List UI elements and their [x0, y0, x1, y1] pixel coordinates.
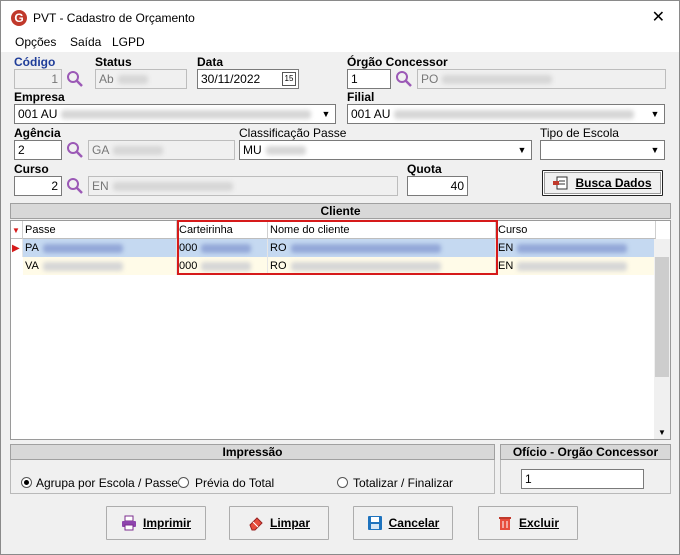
- codigo-field[interactable]: 1: [14, 69, 62, 89]
- excluir-button[interactable]: Excluir: [478, 506, 578, 540]
- title-bar: G PVT - Cadastro de Orçamento ✕: [1, 1, 679, 34]
- document-search-icon: [553, 176, 568, 190]
- orgao-name-field: PO: [417, 69, 666, 89]
- cancelar-label: Cancelar: [388, 516, 440, 530]
- col-passe-header[interactable]: Passe: [23, 221, 177, 239]
- cancelar-button[interactable]: Cancelar: [353, 506, 453, 540]
- cell-passe: VA: [23, 257, 177, 275]
- agencia-name-field: GA: [88, 140, 235, 160]
- cliente-grid[interactable]: ▼ Passe Carteirinha Nome do cliente Curs…: [10, 220, 671, 440]
- chevron-down-icon[interactable]: ▼: [647, 106, 663, 122]
- curso-label: Curso: [14, 162, 49, 176]
- menu-opcoes[interactable]: Opções: [15, 35, 56, 49]
- radio-previa-label[interactable]: Prévia do Total: [195, 476, 274, 490]
- chevron-down-icon[interactable]: ▼: [318, 106, 334, 122]
- window-title: PVT - Cadastro de Orçamento: [33, 11, 195, 25]
- busca-dados-label: Busca Dados: [575, 176, 652, 190]
- radio-totalizar-label[interactable]: Totalizar / Finalizar: [353, 476, 453, 490]
- cliente-section-title: Cliente: [10, 203, 671, 219]
- filial-select[interactable]: 001 AU ▼: [347, 104, 665, 124]
- scrollbar-thumb[interactable]: [655, 257, 669, 377]
- orgao-search-icon[interactable]: [394, 69, 414, 89]
- filial-label: Filial: [347, 90, 375, 104]
- oficio-title: Ofício - Orgão Concessor: [500, 444, 671, 460]
- chevron-down-icon[interactable]: ▼: [514, 142, 530, 158]
- grid-scrollbar[interactable]: ▼: [654, 239, 670, 439]
- orgao-label: Órgão Concessor: [347, 55, 448, 69]
- budget-window: G PVT - Cadastro de Orçamento ✕ Opções S…: [0, 0, 680, 555]
- radio-agrupa-label[interactable]: Agrupa por Escola / Passe: [36, 476, 178, 490]
- scroll-down-icon[interactable]: ▼: [654, 428, 670, 437]
- status-label: Status: [95, 55, 132, 69]
- chevron-down-icon[interactable]: ▼: [647, 142, 663, 158]
- cell-passe: PA: [23, 239, 177, 257]
- menu-saida[interactable]: Saída: [70, 35, 101, 49]
- data-label: Data: [197, 55, 224, 69]
- cell-curso: EN: [496, 239, 656, 257]
- curso-search-icon[interactable]: [65, 176, 85, 196]
- tipo-escola-label: Tipo de Escola: [540, 126, 619, 140]
- curso-code-field[interactable]: 2: [14, 176, 62, 196]
- codigo-label: Código: [14, 55, 56, 69]
- highlight-box: [177, 220, 498, 275]
- codigo-search-icon[interactable]: [65, 69, 85, 89]
- menu-lgpd[interactable]: LGPD: [112, 35, 145, 49]
- agencia-code-field[interactable]: 2: [14, 140, 62, 160]
- imprimir-button[interactable]: Imprimir: [106, 506, 206, 540]
- agencia-label: Agência: [14, 126, 61, 140]
- excluir-label: Excluir: [518, 516, 560, 530]
- busca-dados-button[interactable]: Busca Dados: [542, 170, 663, 196]
- cell-curso: EN: [496, 257, 656, 275]
- quota-label: Quota: [407, 162, 442, 176]
- classificacao-label: Classificação Passe: [239, 126, 347, 140]
- empresa-select[interactable]: 001 AU ▼: [14, 104, 336, 124]
- agencia-search-icon[interactable]: [65, 140, 85, 160]
- printer-icon: [121, 515, 136, 531]
- close-icon[interactable]: ✕: [652, 7, 665, 27]
- quota-field[interactable]: 40: [407, 176, 468, 196]
- radio-totalizar[interactable]: [337, 477, 348, 488]
- limpar-button[interactable]: Limpar: [229, 506, 329, 540]
- radio-previa[interactable]: [178, 477, 189, 488]
- eraser-icon: [249, 517, 263, 531]
- imprimir-label: Imprimir: [142, 516, 191, 530]
- save-icon: [367, 516, 382, 530]
- trash-icon: [498, 517, 511, 530]
- tipo-escola-select[interactable]: ▼: [540, 140, 665, 160]
- data-field[interactable]: 30/11/2022 15: [197, 69, 299, 89]
- oficio-field[interactable]: 1: [521, 469, 644, 489]
- row-pointer-icon: ▶: [11, 239, 23, 257]
- col-curso-header[interactable]: Curso: [496, 221, 656, 239]
- app-logo-icon: G: [11, 10, 27, 26]
- empresa-label: Empresa: [14, 90, 65, 104]
- calendar-icon[interactable]: 15: [282, 72, 296, 86]
- menu-bar: Opções Saída LGPD: [1, 34, 679, 52]
- grid-indicator-header: ▼: [11, 221, 23, 239]
- classificacao-select[interactable]: MU ▼: [239, 140, 532, 160]
- curso-name-field: EN: [88, 176, 398, 196]
- radio-agrupa[interactable]: [21, 477, 32, 488]
- status-field: Ab: [95, 69, 187, 89]
- impressao-title: Impressão: [10, 444, 495, 460]
- orgao-code-field[interactable]: 1: [347, 69, 391, 89]
- limpar-label: Limpar: [269, 516, 310, 530]
